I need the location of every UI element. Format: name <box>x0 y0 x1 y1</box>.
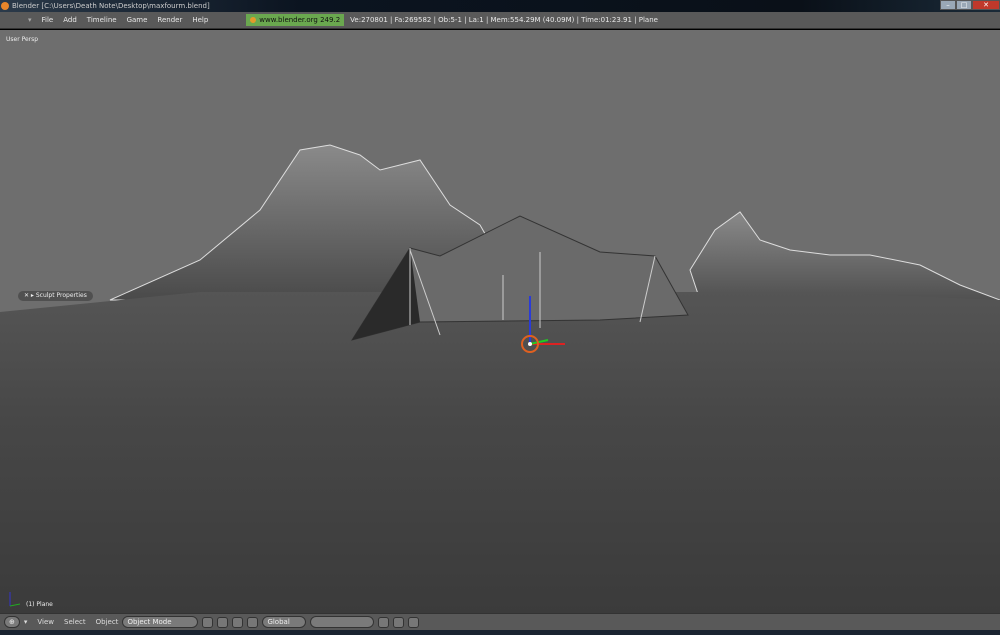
menu-help[interactable]: Help <box>192 16 208 24</box>
3d-view-header: ⊕ ▾ View Select Object Object Mode Globa… <box>0 613 1000 630</box>
view-label: User Persp <box>6 36 39 43</box>
menu-timeline[interactable]: Timeline <box>87 16 117 24</box>
scene-stats: Ve:270801 | Fa:269582 | Ob:5-1 | La:1 | … <box>350 16 658 24</box>
manipulator-toggle-icon[interactable] <box>217 616 229 628</box>
version-badge[interactable]: www.blender.org 249.2 <box>246 14 345 26</box>
menu-file[interactable]: File <box>42 16 54 24</box>
menu-render[interactable]: Render <box>157 16 182 24</box>
version-text: www.blender.org 249.2 <box>259 16 341 24</box>
orientation-select[interactable]: Global <box>262 616 307 628</box>
sculpt-properties-panel[interactable]: ✕ ▸ Sculpt Properties <box>18 291 93 301</box>
blender-icon <box>250 17 257 23</box>
header-collapse-icon[interactable]: ▾ <box>28 16 32 24</box>
pivot-icon[interactable] <box>202 616 214 628</box>
menu-add[interactable]: Add <box>63 16 77 24</box>
3d-viewport[interactable]: User Persp ✕ ▸ Sculpt Properties (1) Pla… <box>0 30 1000 613</box>
minimize-button[interactable]: – <box>940 0 956 10</box>
translate-icon[interactable] <box>247 616 259 628</box>
window-title-bar: Blender [C:\Users\Death Note\Desktop\max… <box>0 0 1000 12</box>
image-icon[interactable] <box>408 616 420 628</box>
maximize-button[interactable]: □ <box>956 0 972 10</box>
editor-type-button[interactable]: ⊕ <box>4 616 20 628</box>
ground <box>0 292 1000 613</box>
menu-object[interactable]: Object <box>96 618 119 626</box>
close-button[interactable]: ✕ <box>972 0 1000 10</box>
panel-title: Sculpt Properties <box>35 292 87 299</box>
menu-select[interactable]: Select <box>64 618 86 626</box>
hand-icon[interactable] <box>232 616 244 628</box>
active-object-label: (1) Plane <box>26 601 53 608</box>
layer-buttons[interactable] <box>310 616 375 628</box>
mode-select[interactable]: Object Mode <box>122 616 199 628</box>
blender-logo-icon <box>1 2 9 10</box>
collapse-icon[interactable]: ▾ <box>24 618 28 626</box>
menu-view[interactable]: View <box>37 618 54 626</box>
scene-render <box>0 144 1000 613</box>
taskbar <box>0 630 1000 635</box>
info-header: ▾ File Add Timeline Game Render Help www… <box>0 12 1000 29</box>
render-icon[interactable] <box>393 616 405 628</box>
window-title: Blender [C:\Users\Death Note\Desktop\max… <box>12 2 210 10</box>
menu-game[interactable]: Game <box>127 16 148 24</box>
lock-icon[interactable] <box>378 616 390 628</box>
